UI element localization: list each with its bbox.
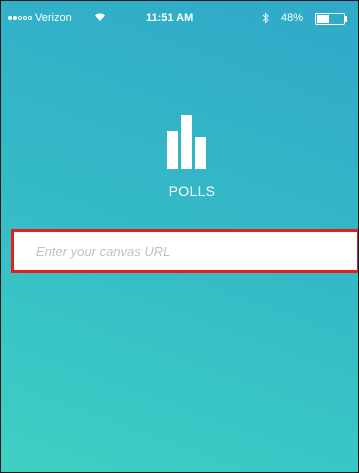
battery-percentage: 48% bbox=[281, 12, 304, 24]
battery-fill bbox=[317, 15, 330, 23]
carrier-name: Verizon bbox=[35, 12, 72, 24]
wifi-icon bbox=[94, 12, 106, 25]
bar-chart-icon bbox=[167, 115, 206, 169]
signal-dot bbox=[13, 16, 17, 20]
signal-dot bbox=[28, 16, 32, 20]
bluetooth-icon bbox=[262, 12, 270, 27]
battery-tip bbox=[345, 16, 347, 22]
signal-dot bbox=[23, 16, 27, 20]
app-title: POLLS bbox=[168, 183, 216, 199]
status-bar: Verizon 11:51 AM 48% bbox=[1, 1, 358, 37]
signal-dot bbox=[8, 16, 12, 20]
canvas-url-input[interactable] bbox=[14, 232, 357, 270]
signal-strength-icon bbox=[8, 16, 32, 20]
battery-icon bbox=[315, 13, 345, 25]
signal-dot bbox=[18, 16, 22, 20]
url-field-highlight bbox=[11, 229, 358, 273]
status-time: 11:51 AM bbox=[146, 12, 194, 24]
app-screen: Verizon 11:51 AM 48% POLLS bbox=[0, 0, 359, 473]
